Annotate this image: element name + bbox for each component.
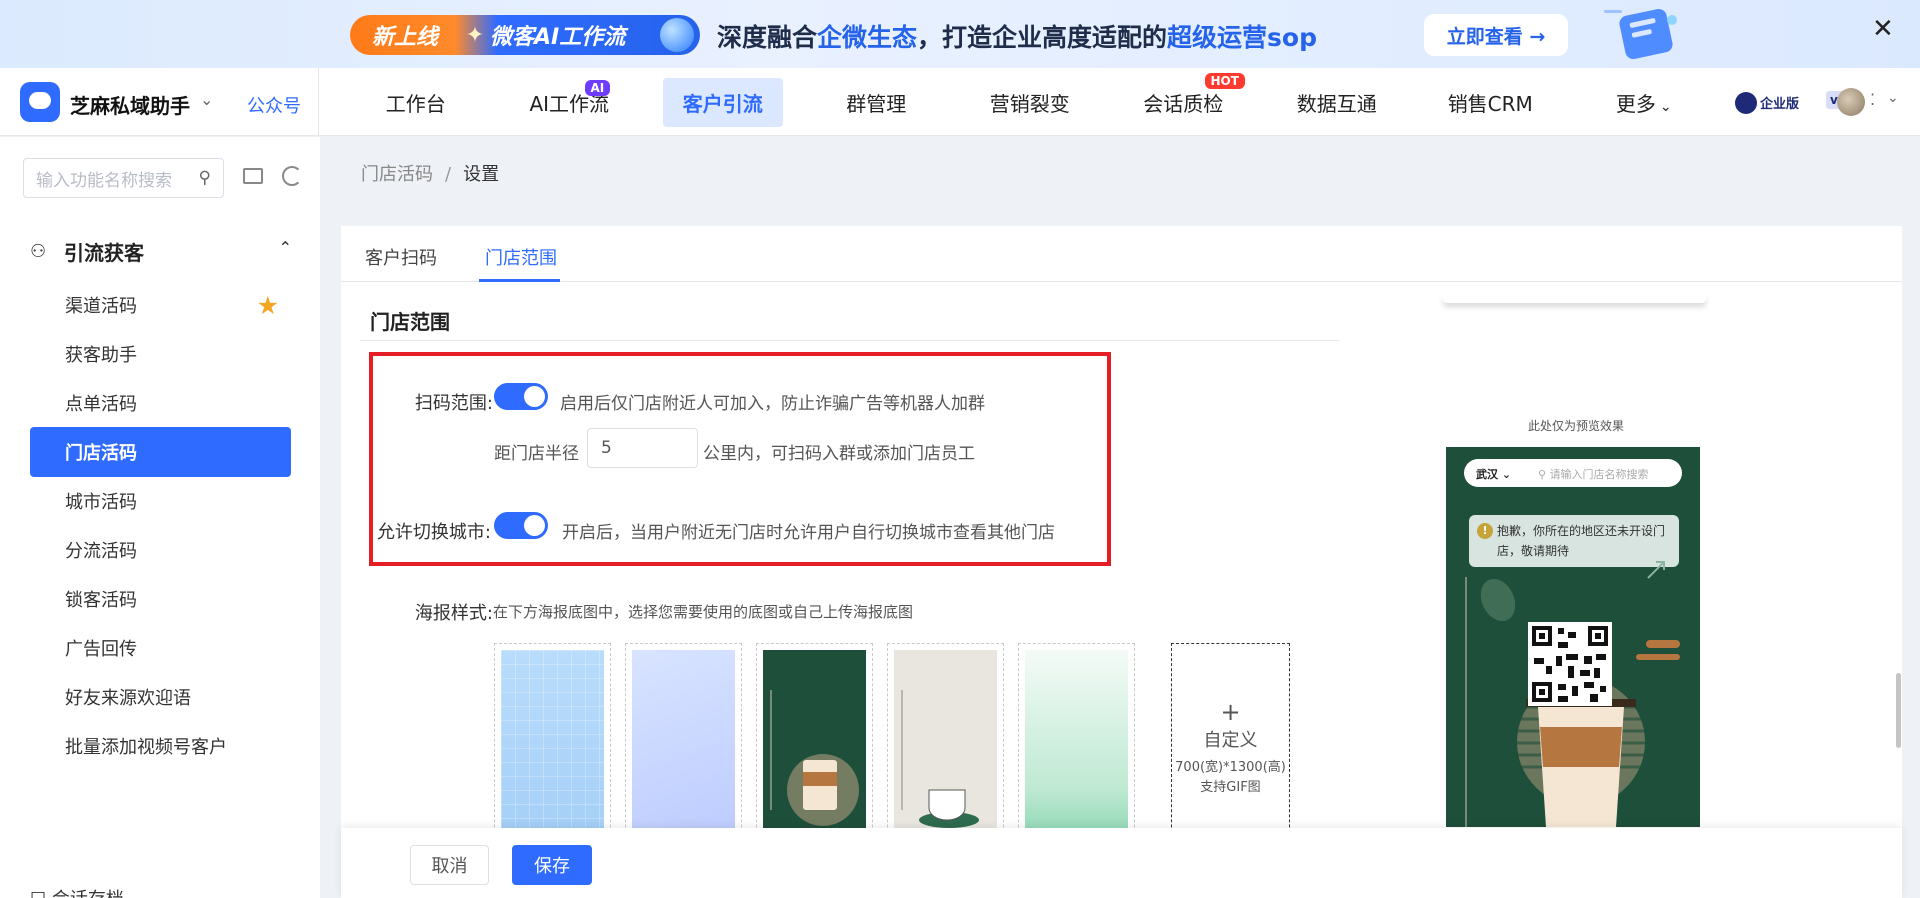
sparkle-icon: ✦ (465, 22, 485, 48)
sidebar-item-store-code[interactable]: 门店活码 (30, 427, 291, 477)
sidebar-item-order-code[interactable]: 点单活码 (30, 378, 291, 428)
moon-icon[interactable] (282, 166, 302, 186)
sidebar-item-batch-add-channels[interactable]: 批量添加视频号客户 (30, 721, 291, 771)
close-icon[interactable]: ✕ (1872, 14, 1894, 44)
promo-product: 微客AI工作流 (490, 25, 626, 50)
preview-city: 武汉 ⌄ (1476, 468, 1512, 481)
star-icon[interactable]: ★ (257, 291, 279, 320)
breadcrumb: 门店活码 / 设置 (361, 164, 500, 185)
scrollbar-thumb[interactable] (1896, 673, 1901, 748)
breadcrumb-current: 设置 (463, 164, 500, 185)
main-nav: 工作台 AI工作流 AI 客户引流 群管理 营销裂变 会话质检 HOT 数据互通 销… (339, 68, 1721, 136)
chat-icon: ☐ (30, 889, 46, 898)
workflow-illustration-icon (1604, 8, 1677, 60)
search-icon[interactable]: ⚲ (199, 168, 211, 188)
nav-sales-crm[interactable]: 销售CRM (1414, 68, 1568, 136)
chevron-down-icon[interactable]: ⌄ (1887, 90, 1899, 106)
radius-suffix: 公里内，可扫码入群或添加门店员工 (703, 444, 975, 464)
layout-icon[interactable] (243, 168, 263, 184)
nav-ai-workflow[interactable]: AI工作流 AI (493, 68, 647, 136)
more-icon[interactable]: ⁚ (1870, 90, 1875, 109)
globe-icon (660, 18, 694, 52)
nav-workbench[interactable]: 工作台 (339, 68, 493, 136)
radius-prefix: 距门店半径 (494, 444, 579, 464)
sidebar-item-ad-callback[interactable]: 广告回传 (30, 623, 291, 673)
chevron-down-icon: ⌄ (1659, 98, 1672, 115)
promo-pill: 新上线 ✦ 微客AI工作流 (350, 15, 700, 55)
nav-data-sync[interactable]: 数据互通 (1260, 68, 1414, 136)
scan-range-desc: 启用后仅门店附近人可加入，防止诈骗广告等机器人加群 (560, 394, 985, 414)
custom-gif-note: 支持GIF图 (1200, 780, 1261, 795)
tab-customer-scan[interactable]: 客户扫码 (365, 244, 437, 270)
switch-city-label: 允许切换城市: (376, 522, 491, 543)
scan-range-toggle[interactable] (494, 383, 548, 410)
preview-edge (1443, 295, 1706, 303)
chevron-down-icon[interactable]: ⌄ (200, 90, 213, 109)
plus-icon: + (1220, 698, 1241, 726)
tab-bar: 客户扫码 门店范围 (341, 226, 1902, 282)
switch-city-toggle[interactable] (494, 512, 548, 539)
breadcrumb-parent[interactable]: 门店活码 (361, 164, 433, 185)
save-button[interactable]: 保存 (512, 845, 592, 885)
nav-marketing-fission[interactable]: 营销裂变 (953, 68, 1107, 136)
poster-style-desc: 在下方海报底图中，选择您需要使用的底图或自己上传海报底图 (493, 603, 914, 621)
divider (360, 340, 1340, 341)
store-poster-preview: 武汉 ⌄ ⚲ 请输入门店名称搜索 ! 抱歉，你所在的地区还未开设门店，敬请期待 (1446, 447, 1700, 827)
sidebar-item-channel-code[interactable]: 渠道活码 ★ (30, 280, 291, 330)
nav-group-management[interactable]: 群管理 (800, 68, 954, 136)
promo-new-tag: 新上线 (371, 25, 438, 50)
poster-style-label: 海报样式: (414, 603, 493, 624)
sidebar-section-next[interactable]: ☐ 会话存档 (30, 885, 124, 898)
app-logo-icon (20, 82, 60, 122)
edition-label: 企业版 (1760, 97, 1800, 112)
preview-tip: ! 抱歉，你所在的地区还未开设门店，敬请期待 (1469, 515, 1679, 567)
radius-input[interactable]: 5 (587, 428, 698, 468)
section-title: 门店范围 (370, 310, 450, 334)
feature-search-input[interactable]: 输入功能名称搜索 ⚲ (23, 158, 224, 198)
promo-banner[interactable]: 新上线 ✦ 微客AI工作流 深度融合企微生态，打造企业高度适配的超级运营sop … (0, 0, 1920, 68)
switch-city-desc: 开启后，当用户附近无门店时允许用户自行切换城市查看其他门店 (562, 523, 1055, 543)
sidebar-section-acquisition[interactable]: ⚇ 引流获客 ⌃ (30, 236, 292, 266)
hot-badge: HOT (1204, 73, 1245, 89)
scan-range-label: 扫码范围: (414, 393, 493, 414)
tab-active-indicator (479, 279, 560, 282)
poster-graphic-icon (1465, 561, 1680, 827)
avatar[interactable] (1837, 88, 1865, 116)
top-navbar: 芝麻私域助手 ⌄ 公众号 工作台 AI工作流 AI 客户引流 群管理 营销裂变 会… (0, 68, 1920, 136)
action-bar: 取消 保存 (341, 828, 1902, 898)
sidebar-item-split-code[interactable]: 分流活码 (30, 525, 291, 575)
promo-cta-button[interactable]: 立即查看 → (1424, 14, 1568, 56)
warning-icon: ! (1477, 523, 1493, 539)
ai-badge: AI (584, 80, 611, 96)
preview-search-bar: 武汉 ⌄ ⚲ 请输入门店名称搜索 (1464, 459, 1682, 487)
sidebar: 输入功能名称搜索 ⚲ ⚇ 引流获客 ⌃ 渠道活码 ★ 获客助手 点单活码 门店活码… (0, 137, 320, 898)
tab-store-range[interactable]: 门店范围 (485, 244, 557, 270)
enterprise-icon (1735, 92, 1757, 114)
app-name[interactable]: 芝麻私域助手 (70, 90, 190, 119)
sidebar-item-acquisition-assistant[interactable]: 获客助手 (30, 329, 291, 379)
sidebar-item-lock-code[interactable]: 锁客活码 (30, 574, 291, 624)
user-add-icon: ⚇ (30, 240, 47, 262)
nav-session-inspection[interactable]: 会话质检 HOT (1107, 68, 1261, 136)
custom-size: 700(宽)*1300(高) (1175, 760, 1286, 775)
preview-search-input: ⚲ 请输入门店名称搜索 (1538, 468, 1649, 481)
divider (318, 68, 319, 136)
preview-caption: 此处仅为预览效果 (1527, 419, 1624, 433)
nav-more[interactable]: 更多 ⌄ (1567, 68, 1721, 136)
account-type-link[interactable]: 公众号 (247, 92, 301, 118)
nav-customer-acquisition[interactable]: 客户引流 (646, 68, 800, 136)
sidebar-item-welcome-message[interactable]: 好友来源欢迎语 (30, 672, 291, 722)
sidebar-item-city-code[interactable]: 城市活码 (30, 476, 291, 526)
cancel-button[interactable]: 取消 (410, 845, 489, 885)
chevron-up-icon[interactable]: ⌃ (279, 238, 292, 257)
custom-label: 自定义 (1203, 730, 1258, 751)
promo-headline: 深度融合企微生态，打造企业高度适配的超级运营sop (717, 23, 1317, 52)
